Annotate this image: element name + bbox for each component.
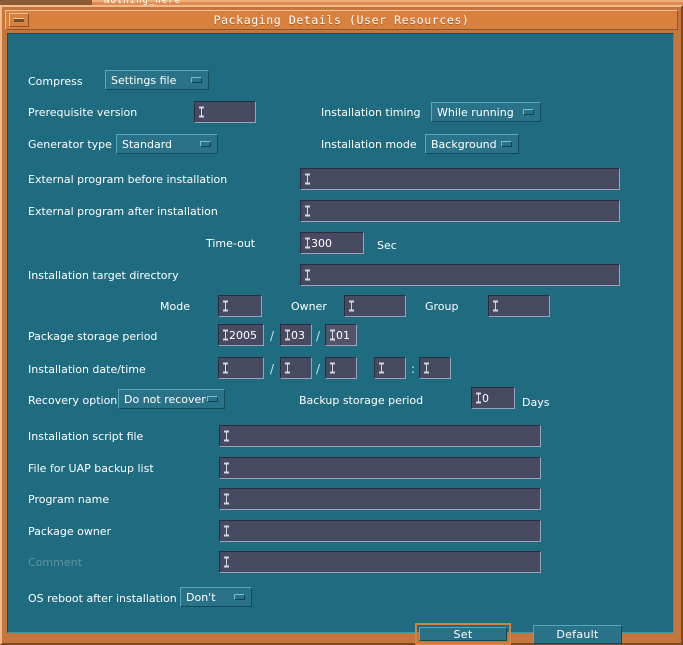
- window-title: Packaging Details (User Resources): [6, 13, 677, 27]
- label-timeout-unit: Sec: [377, 239, 397, 253]
- window-menu-button[interactable]: [9, 13, 29, 27]
- separator-slash: /: [316, 362, 320, 376]
- label-installation-datetime: Installation date/time: [28, 363, 146, 377]
- input-installation-script-file[interactable]: [219, 425, 541, 447]
- window-menu-icon: [14, 19, 24, 22]
- dialog-window-inner: Packaging Details (User Resources) Compr…: [5, 10, 678, 640]
- label-installation-mode: Installation mode: [321, 138, 417, 152]
- input-prerequisite-version[interactable]: [194, 101, 256, 123]
- input-installation-year[interactable]: [218, 357, 264, 379]
- label-external-program-after: External program after installation: [28, 205, 218, 219]
- input-comment[interactable]: [219, 551, 541, 573]
- input-installation-hour[interactable]: [374, 357, 406, 379]
- option-menu-compress[interactable]: Settings file: [105, 70, 209, 90]
- input-timeout[interactable]: 300: [300, 232, 364, 254]
- option-menu-installation-timing-value: While running: [437, 106, 514, 119]
- chevron-down-icon: [200, 141, 211, 147]
- dialog-window: Packaging Details (User Resources) Compr…: [0, 5, 683, 645]
- label-file-for-uap-backup-list: File for UAP backup list: [28, 462, 154, 476]
- set-button[interactable]: Set: [419, 627, 507, 641]
- label-package-owner: Package owner: [28, 525, 111, 539]
- option-menu-generator-type[interactable]: Standard: [116, 134, 218, 154]
- label-compress: Compress: [28, 75, 83, 89]
- chevron-down-icon: [234, 594, 245, 600]
- input-external-program-after[interactable]: [300, 200, 620, 222]
- input-package-storage-day[interactable]: 01: [325, 324, 357, 346]
- label-backup-storage-period: Backup storage period: [299, 394, 423, 408]
- default-button-label: Default: [556, 628, 598, 641]
- chevron-down-icon: [501, 141, 512, 147]
- input-installation-day[interactable]: [325, 357, 357, 379]
- label-os-reboot-after-installation: OS reboot after installation: [28, 592, 177, 606]
- option-menu-os-reboot-value: Don't: [186, 591, 216, 604]
- label-owner: Owner: [291, 300, 327, 314]
- option-menu-compress-value: Settings file: [111, 74, 176, 87]
- label-prerequisite-version: Prerequisite version: [28, 106, 137, 120]
- option-menu-installation-mode-value: Background: [431, 138, 497, 151]
- option-menu-recovery-option-value: Do not recover: [124, 393, 206, 406]
- set-button-label: Set: [454, 628, 473, 641]
- label-installation-script-file: Installation script file: [28, 430, 143, 444]
- label-external-program-before: External program before installation: [28, 173, 227, 187]
- input-installation-minute[interactable]: [419, 357, 451, 379]
- label-group: Group: [425, 300, 459, 314]
- input-file-for-uap-backup-list[interactable]: [219, 457, 541, 479]
- label-timeout: Time-out: [206, 237, 255, 251]
- input-program-name[interactable]: [219, 488, 541, 510]
- input-package-owner[interactable]: [219, 520, 541, 542]
- chevron-down-icon: [191, 77, 202, 83]
- input-external-program-before[interactable]: [300, 168, 620, 190]
- label-program-name: Program name: [28, 493, 109, 507]
- label-backup-storage-unit: Days: [522, 396, 549, 410]
- separator-colon: :: [411, 362, 415, 376]
- input-mode[interactable]: [218, 295, 262, 317]
- default-button[interactable]: Default: [533, 625, 622, 644]
- input-backup-storage-period[interactable]: 0: [471, 387, 515, 409]
- label-generator-type: Generator type: [28, 138, 112, 152]
- label-recovery-option: Recovery option: [28, 394, 117, 408]
- input-installation-month[interactable]: [280, 357, 312, 379]
- separator-slash: /: [270, 329, 274, 343]
- label-mode: Mode: [160, 300, 190, 314]
- option-menu-installation-timing[interactable]: While running: [431, 102, 541, 122]
- input-owner[interactable]: [344, 295, 406, 317]
- chevron-down-icon: [523, 109, 534, 115]
- option-menu-installation-mode[interactable]: Background: [425, 134, 519, 154]
- input-group[interactable]: [488, 295, 550, 317]
- option-menu-generator-type-value: Standard: [122, 138, 172, 151]
- form-panel: Compress Settings file Prerequisite vers…: [7, 33, 674, 633]
- label-installation-target-directory: Installation target directory: [28, 269, 179, 283]
- input-package-storage-year[interactable]: 2005: [218, 324, 264, 346]
- label-comment: Comment: [28, 556, 82, 570]
- label-package-storage-period: Package storage period: [28, 330, 157, 344]
- input-installation-target-directory[interactable]: [300, 264, 620, 286]
- separator-slash: /: [316, 329, 320, 343]
- chevron-down-icon: [207, 396, 218, 402]
- option-menu-os-reboot[interactable]: Don't: [180, 587, 252, 607]
- input-package-storage-month[interactable]: 03: [280, 324, 312, 346]
- separator-slash: /: [270, 362, 274, 376]
- option-menu-recovery-option[interactable]: Do not recover: [118, 389, 225, 409]
- label-installation-timing: Installation timing: [321, 106, 421, 120]
- titlebar: Packaging Details (User Resources): [5, 10, 678, 30]
